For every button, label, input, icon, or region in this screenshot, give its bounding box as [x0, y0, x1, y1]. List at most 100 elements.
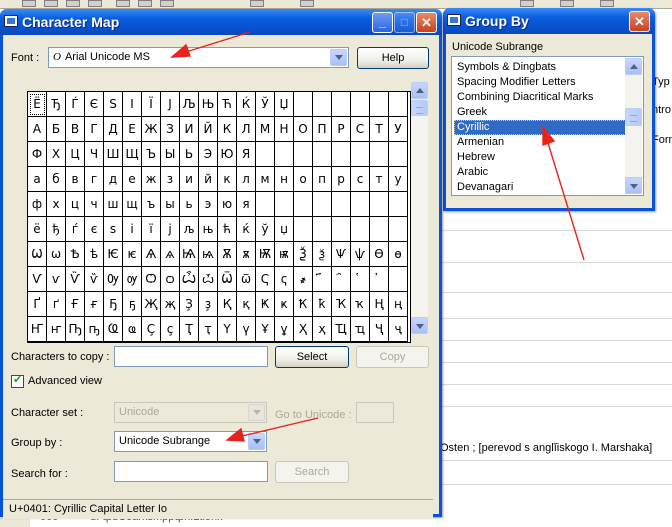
character-cell[interactable]: ѯ	[313, 242, 332, 267]
character-cell[interactable]: С	[351, 117, 370, 142]
character-cell[interactable]: Қ	[218, 292, 237, 317]
maximize-button[interactable]: □	[394, 12, 415, 33]
character-cell[interactable]: Ҷ	[370, 317, 389, 342]
character-cell[interactable]: ҭ	[199, 317, 218, 342]
character-cell[interactable]: ю	[218, 192, 237, 217]
character-cell[interactable]: ф	[28, 192, 47, 217]
character-cell[interactable]	[370, 217, 389, 242]
toolbar-button[interactable]	[160, 0, 174, 7]
character-cell[interactable]: Ў	[256, 92, 275, 117]
scroll-thumb[interactable]	[411, 100, 428, 116]
character-cell[interactable]	[370, 92, 389, 117]
character-cell[interactable]: Ю	[218, 142, 237, 167]
character-cell[interactable]: Ҙ	[180, 292, 199, 317]
character-cell[interactable]: ҕ	[123, 292, 142, 317]
character-set-select[interactable]: Unicode	[114, 402, 267, 423]
close-button[interactable]: ✕	[416, 12, 437, 33]
character-cell[interactable]	[313, 192, 332, 217]
character-cell[interactable]: Ѱ	[332, 242, 351, 267]
character-cell[interactable]: ғ	[85, 292, 104, 317]
character-cell[interactable]: Ч	[85, 142, 104, 167]
character-cell[interactable]: ѿ	[237, 267, 256, 292]
character-cell[interactable]: қ	[237, 292, 256, 317]
character-cell[interactable]: Љ	[180, 92, 199, 117]
character-cell[interactable]: Ѯ	[294, 242, 313, 267]
character-cell[interactable]: Щ	[123, 142, 142, 167]
character-cell[interactable]: Ҫ	[142, 317, 161, 342]
character-cell[interactable]: ѳ	[389, 242, 408, 267]
group-by-select[interactable]: Unicode Subrange	[114, 431, 267, 452]
character-cell[interactable]: љ	[180, 217, 199, 242]
subrange-list-item[interactable]: Spacing Modifier Letters	[454, 75, 626, 90]
character-cell[interactable]: Ҩ	[104, 317, 123, 342]
character-cell[interactable]: З	[161, 117, 180, 142]
character-cell[interactable]: д	[104, 167, 123, 192]
character-cell[interactable]: џ	[275, 217, 294, 242]
character-cell[interactable]	[332, 92, 351, 117]
character-cell[interactable]: Ѽ	[180, 267, 199, 292]
character-cell[interactable]: Ґ	[28, 292, 47, 317]
select-button[interactable]: Select	[275, 346, 349, 368]
character-cell[interactable]: щ	[123, 192, 142, 217]
minimize-button[interactable]: _	[372, 12, 393, 33]
character-cell[interactable]: в	[66, 167, 85, 192]
character-cell[interactable]: ў	[256, 217, 275, 242]
toolbar-button[interactable]	[600, 0, 614, 7]
character-cell[interactable]: Ҁ	[256, 267, 275, 292]
character-cell[interactable]: ы	[161, 192, 180, 217]
character-cell[interactable]: ѽ	[199, 267, 218, 292]
listbox-scrollbar[interactable]	[625, 58, 642, 194]
character-cell[interactable]: Ї	[142, 92, 161, 117]
character-cell[interactable]: Ђ	[47, 92, 66, 117]
help-button[interactable]: Help	[357, 47, 429, 69]
character-cell[interactable]: у	[389, 167, 408, 192]
character-cell[interactable]	[370, 142, 389, 167]
character-cell[interactable]: ҅	[351, 267, 370, 292]
character-cell[interactable]	[351, 92, 370, 117]
character-cell[interactable]: Б	[47, 117, 66, 142]
character-cell[interactable]: ѹ	[123, 267, 142, 292]
subrange-list-item[interactable]: Combining Diacritical Marks	[454, 90, 626, 105]
character-cell[interactable]: Ѹ	[104, 267, 123, 292]
scroll-up-button[interactable]	[411, 82, 428, 99]
character-cell[interactable]: Ѿ	[218, 267, 237, 292]
subrange-list-item[interactable]: Arabic	[454, 165, 626, 180]
character-cell[interactable]: ҃	[313, 267, 332, 292]
character-cell[interactable]: я	[237, 192, 256, 217]
character-cell[interactable]: Ь	[180, 142, 199, 167]
group-by-titlebar[interactable]: Group By ✕	[443, 8, 655, 34]
character-cell[interactable]: Ғ	[66, 292, 85, 317]
toolbar-button[interactable]	[44, 0, 58, 7]
close-button[interactable]: ✕	[629, 11, 650, 32]
character-cell[interactable]: ҟ	[313, 292, 332, 317]
character-map-titlebar[interactable]: Character Map _ □ ✕	[0, 9, 442, 35]
character-cell[interactable]: Я	[237, 142, 256, 167]
character-cell[interactable]: Ҝ	[256, 292, 275, 317]
character-grid[interactable]: ЁЂЃЄSІЇJЉЊЋЌЎЏ АБВГДЕЖЗИЙКЛМНОПРСТУ ФХЦЧШЩ…	[27, 91, 411, 343]
character-cell[interactable]: И	[180, 117, 199, 142]
character-cell[interactable]: о	[294, 167, 313, 192]
character-cell[interactable]: Ц	[66, 142, 85, 167]
character-cell[interactable]	[313, 92, 332, 117]
toolbar-button[interactable]	[116, 0, 130, 7]
character-cell[interactable]: ү	[237, 317, 256, 342]
character-cell[interactable]: ч	[85, 192, 104, 217]
character-cell[interactable]: ѣ	[85, 242, 104, 267]
character-cell[interactable]: ѧ	[161, 242, 180, 267]
subrange-listbox[interactable]: Symbols & Dingbats Spacing Modifier Lette…	[451, 56, 644, 196]
subrange-list-item[interactable]: Symbols & Dingbats	[454, 60, 626, 75]
subrange-list-item[interactable]: Cyrillic	[454, 120, 626, 135]
character-cell[interactable]: ј	[161, 217, 180, 242]
scroll-up-button[interactable]	[625, 58, 642, 75]
chevron-down-icon[interactable]	[330, 49, 347, 66]
character-cell[interactable]	[389, 142, 408, 167]
character-cell[interactable]: ї	[142, 217, 161, 242]
character-cell[interactable]: ц	[66, 192, 85, 217]
subrange-list-item[interactable]: Hebrew	[454, 150, 626, 165]
subrange-list-item[interactable]: Armenian	[454, 135, 626, 150]
character-cell[interactable]: Ѓ	[66, 92, 85, 117]
character-cell[interactable]: Ы	[161, 142, 180, 167]
character-cell[interactable]	[275, 142, 294, 167]
character-cell[interactable]: ң	[389, 292, 408, 317]
character-cell[interactable]: с	[351, 167, 370, 192]
